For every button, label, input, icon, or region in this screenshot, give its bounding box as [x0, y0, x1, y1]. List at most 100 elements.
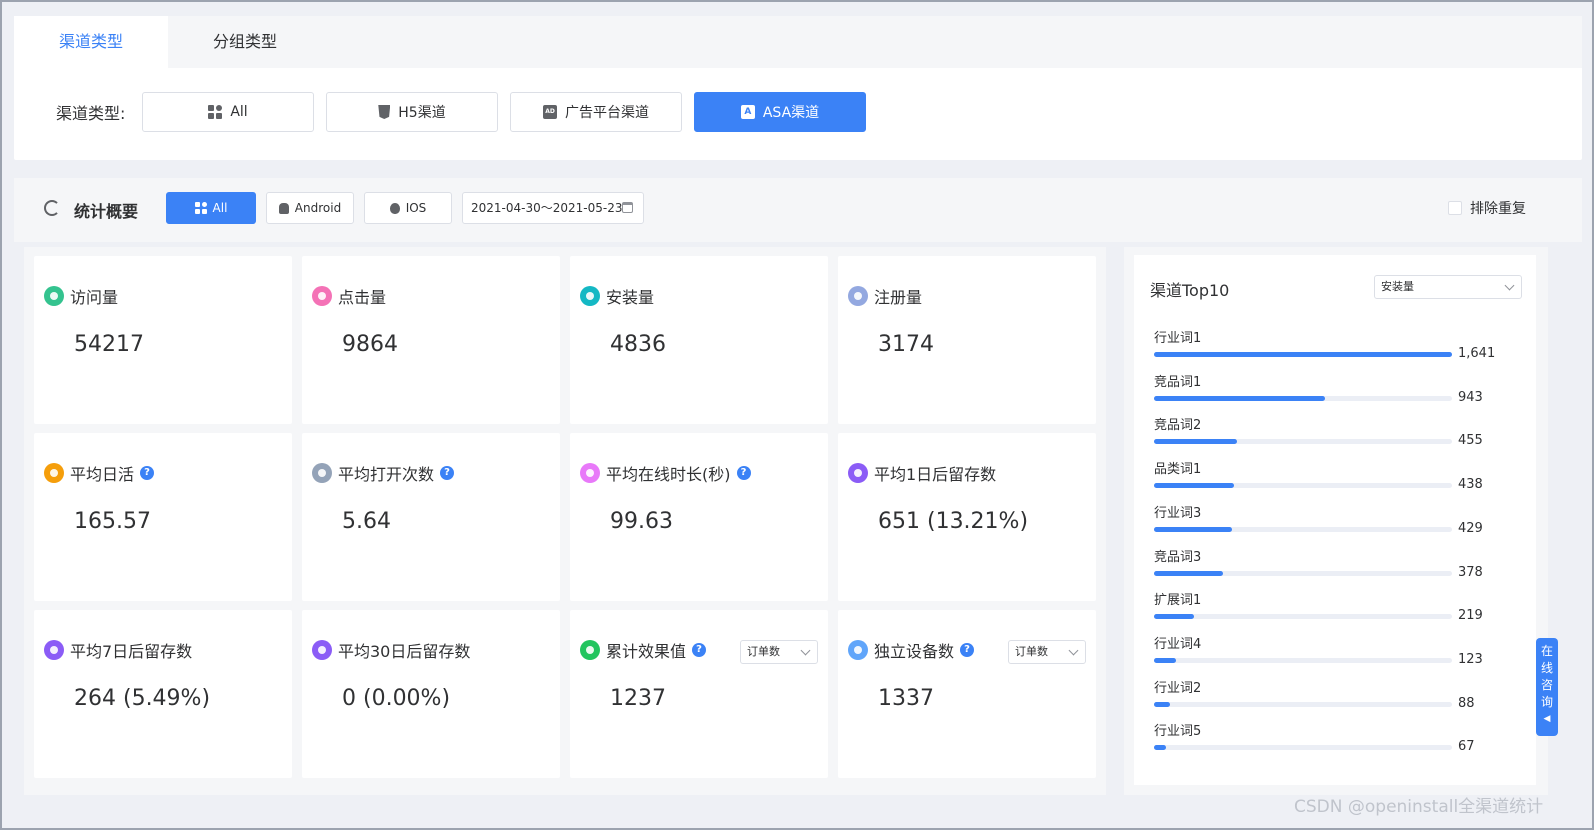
ranking-value: 67 [1458, 739, 1475, 755]
top10-select-value: 安装量 [1381, 280, 1414, 293]
metric-header: 平均30日后留存数 [312, 638, 470, 662]
ranking-bar [1154, 745, 1167, 751]
metric-label: 平均日活 [70, 465, 135, 484]
ranking-bar-track [1154, 570, 1452, 576]
metric-label: 注册量 [874, 288, 923, 307]
top10-metric-select[interactable]: 安装量 [1374, 275, 1522, 299]
help-icon[interactable]: ? [736, 466, 751, 480]
platform-android-button[interactable]: Android [266, 192, 354, 224]
metric-select-value: 订单数 [1015, 645, 1048, 658]
channel-ad-button[interactable]: AD 广告平台渠道 [510, 92, 682, 132]
top10-panel: 渠道Top10 安装量 行业词1 1,641 竞品词1 943 竞品词2 455 品类词1 4… [1124, 247, 1548, 795]
metric-header: 平均1日后留存数 [848, 461, 996, 485]
channel-all-button[interactable]: All [142, 92, 314, 132]
metrics-grid: 访问量 54217 点击量 9864 安装量 4836 注册量 3174 平均日活? 165.57… [24, 247, 1106, 795]
ranking-bar [1154, 439, 1237, 445]
app-store-icon: A [740, 105, 755, 119]
ranking-label: 竞品词2 [1154, 418, 1202, 434]
apple-icon [389, 202, 400, 214]
metric-label: 平均30日后留存数 [338, 642, 471, 661]
metric-header: 平均打开次数? [312, 461, 455, 485]
chevron-down-icon [800, 645, 811, 656]
ranking-bar [1154, 526, 1232, 532]
ranking-label: 行业词1 [1154, 331, 1202, 346]
ranking-row: 行业词1 1,641 [1154, 327, 1534, 371]
metric-select[interactable]: 订单数 [1008, 640, 1086, 664]
help-icon[interactable]: ? [440, 466, 455, 480]
help-icon[interactable]: ? [692, 643, 707, 657]
ranking-row: 行业词2 88 [1154, 677, 1534, 721]
tab-channel-type[interactable]: 渠道类型 [14, 16, 168, 68]
metric-header: 安装量 [580, 284, 654, 308]
ranking-row: 竞品词3 378 [1154, 546, 1534, 590]
dedup-toggle[interactable]: 排除重复 [1448, 198, 1526, 218]
metric-icon [580, 463, 600, 483]
refresh-icon[interactable] [44, 200, 60, 216]
metric-card: 点击量 9864 [302, 256, 560, 424]
metric-card: 平均7日后留存数 264 (5.49%) [34, 610, 292, 778]
metric-label: 平均1日后留存数 [874, 465, 997, 484]
metric-card: 访问量 54217 [34, 256, 292, 424]
ranking-bar-track [1154, 439, 1452, 445]
metric-card: 独立设备数? 1337 订单数 [838, 610, 1096, 778]
ranking-bar [1154, 570, 1223, 576]
metric-select[interactable]: 订单数 [740, 640, 818, 664]
chevron-down-icon [1068, 645, 1079, 656]
metric-value: 4836 [610, 332, 666, 357]
html5-icon [378, 105, 391, 119]
metric-label: 平均7日后留存数 [70, 642, 193, 661]
metric-label: 安装量 [606, 288, 655, 307]
ranking-bar-track [1154, 352, 1452, 357]
metric-icon [44, 640, 64, 660]
metric-label: 独立设备数 [874, 642, 955, 661]
android-icon [278, 202, 289, 214]
metric-value: 1237 [610, 686, 666, 711]
metric-icon [312, 286, 332, 306]
ranking-row: 品类词1 438 [1154, 458, 1534, 502]
consult-char: 询 [1540, 695, 1553, 709]
tab-group-type[interactable]: 分组类型 [168, 16, 322, 68]
metric-label: 点击量 [338, 288, 387, 307]
metric-value: 5.64 [342, 509, 391, 534]
platform-all-button[interactable]: All [166, 192, 256, 224]
dedup-label: 排除重复 [1470, 201, 1526, 217]
help-icon[interactable]: ? [140, 466, 155, 480]
ranking-bar-track [1154, 483, 1452, 489]
channel-asa-button[interactable]: A ASA渠道 [694, 92, 866, 132]
ad-icon: AD [543, 105, 557, 119]
ranking-label: 行业词3 [1154, 505, 1202, 521]
online-consult-button[interactable]: 在线咨询 ◀ [1536, 638, 1558, 736]
metric-card: 平均1日后留存数 651 (13.21%) [838, 433, 1096, 601]
metric-value: 9864 [342, 332, 398, 357]
ranking-row: 行业词3 429 [1154, 502, 1534, 546]
ranking-label: 扩展词1 [1154, 593, 1202, 609]
metric-label: 平均在线时长(秒) [606, 465, 731, 484]
ranking-value: 438 [1458, 477, 1483, 493]
metric-icon [580, 640, 600, 660]
metric-value: 651 (13.21%) [878, 509, 1029, 534]
ranking-value: 219 [1458, 608, 1483, 624]
help-icon[interactable]: ? [960, 643, 975, 657]
ranking-bar-track [1154, 526, 1452, 532]
metric-card: 平均日活? 165.57 [34, 433, 292, 601]
metric-value: 3174 [878, 332, 934, 357]
watermark: CSDN @openinstall全渠道统计 [1294, 797, 1544, 817]
ranking-bar [1154, 395, 1326, 401]
platform-ios-label: IOS [405, 201, 427, 215]
date-range-picker[interactable]: 2021-04-30～2021-05-23 [462, 192, 644, 224]
metric-label: 累计效果值 [606, 642, 687, 661]
metric-value: 99.63 [610, 509, 673, 534]
platform-ios-button[interactable]: IOS [364, 192, 452, 224]
metric-header: 累计效果值? [580, 638, 707, 662]
metric-header: 注册量 [848, 284, 922, 308]
ranking-label: 竞品词1 [1154, 374, 1202, 390]
channel-h5-button[interactable]: H5渠道 [326, 92, 498, 132]
arrow-left-icon: ◀ [1543, 714, 1551, 724]
metric-value: 54217 [74, 332, 144, 357]
ranking-bar [1154, 352, 1452, 357]
dedup-checkbox[interactable] [1448, 201, 1462, 215]
metric-card: 累计效果值? 1237 订单数 [570, 610, 828, 778]
ranking-label: 行业词4 [1154, 636, 1202, 652]
ranking-label: 行业词5 [1154, 724, 1202, 740]
ranking-label: 品类词1 [1154, 462, 1202, 478]
